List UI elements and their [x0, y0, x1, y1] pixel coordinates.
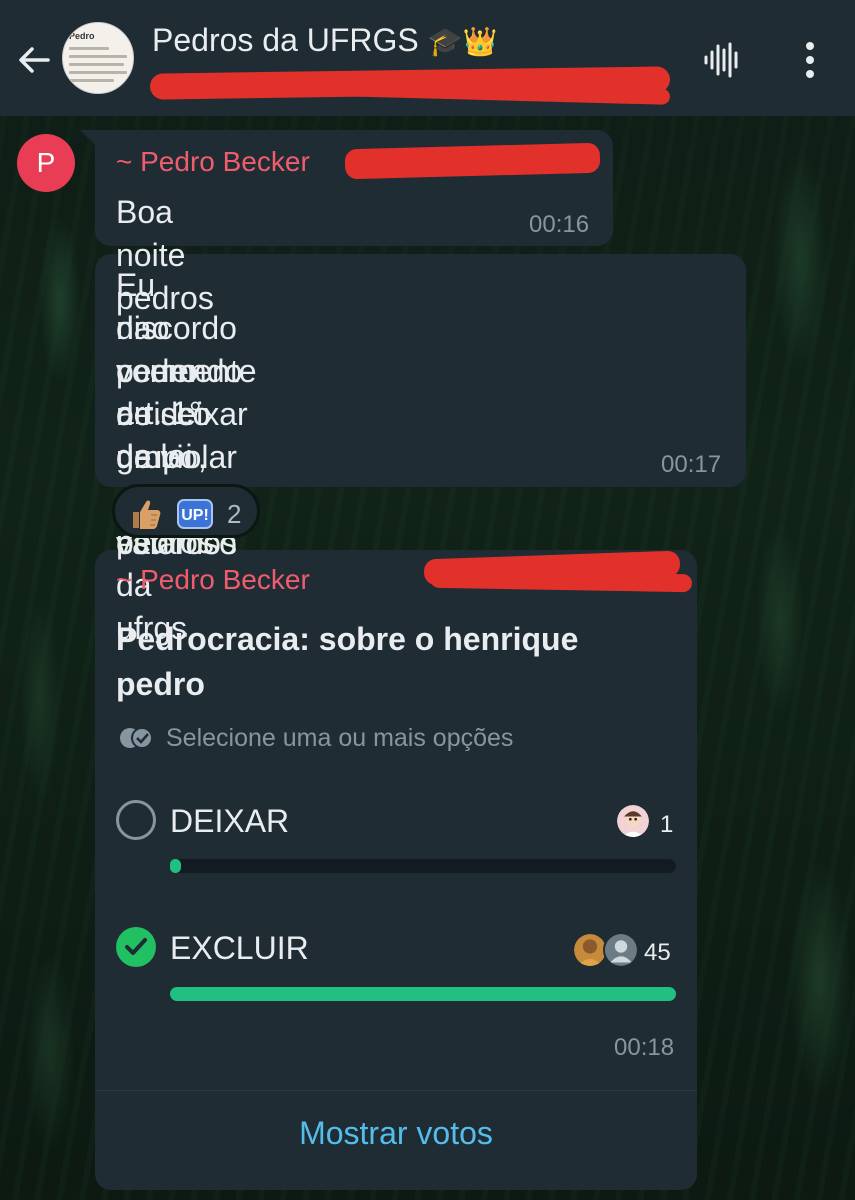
bubble-tail — [80, 130, 96, 146]
thumbs-up-icon — [133, 500, 161, 529]
group-title-emoji: 🎓👑 — [427, 26, 498, 57]
poll-question-line: Pedrocracia: sobre o henrique — [116, 621, 579, 657]
poll-option-radio[interactable] — [116, 800, 156, 840]
group-title[interactable]: Pedros da UFRGS 🎓👑 — [152, 22, 497, 59]
poll-question-line: pedro — [116, 666, 205, 702]
poll-option-votes: 45 — [644, 939, 671, 966]
avatar-doc-title: Pedro — [69, 31, 95, 41]
poll-option-votes: 1 — [660, 811, 674, 838]
message-time: 00:18 — [614, 1034, 675, 1061]
chat-header: Pedro Pedros da UFRGS 🎓👑 — [0, 0, 855, 116]
sender-name[interactable]: ~ Pedro Becker — [116, 146, 310, 178]
group-title-text: Pedros da UFRGS — [152, 22, 419, 58]
voter-avatar — [615, 803, 651, 839]
poll-question: Pedrocracia: sobre o henrique pedro — [116, 617, 676, 707]
back-arrow-icon[interactable] — [14, 40, 54, 80]
voice-call-icon[interactable] — [702, 40, 742, 80]
reactions-pill[interactable]: UP! 2 — [112, 484, 260, 538]
poll-option-label[interactable]: DEIXAR — [170, 803, 289, 840]
sender-name[interactable]: ~ Pedro Becker — [116, 564, 310, 596]
group-avatar[interactable]: Pedro — [62, 22, 134, 94]
voter-avatar — [603, 932, 639, 968]
poll-option-bar-fill — [170, 987, 676, 1001]
poll-hint: Selecione uma ou mais opções — [166, 724, 514, 752]
poll-option-label[interactable]: EXCLUIR — [170, 930, 309, 967]
message-time: 00:16 — [529, 211, 590, 238]
poll-divider — [95, 1090, 697, 1091]
double-check-icon — [120, 727, 153, 749]
poll-option-bar-fill — [170, 859, 182, 873]
poll-option-bar — [170, 987, 676, 1001]
more-options-icon[interactable] — [798, 38, 822, 82]
show-votes-button[interactable]: Mostrar votos — [95, 1115, 697, 1152]
up-reaction-badge: UP! — [177, 499, 213, 529]
reaction-count: 2 — [227, 499, 242, 529]
message-time: 00:17 — [661, 451, 722, 478]
check-circle-icon[interactable] — [116, 927, 156, 967]
sender-avatar[interactable]: P — [17, 134, 75, 192]
poll-option-bar — [170, 859, 676, 873]
